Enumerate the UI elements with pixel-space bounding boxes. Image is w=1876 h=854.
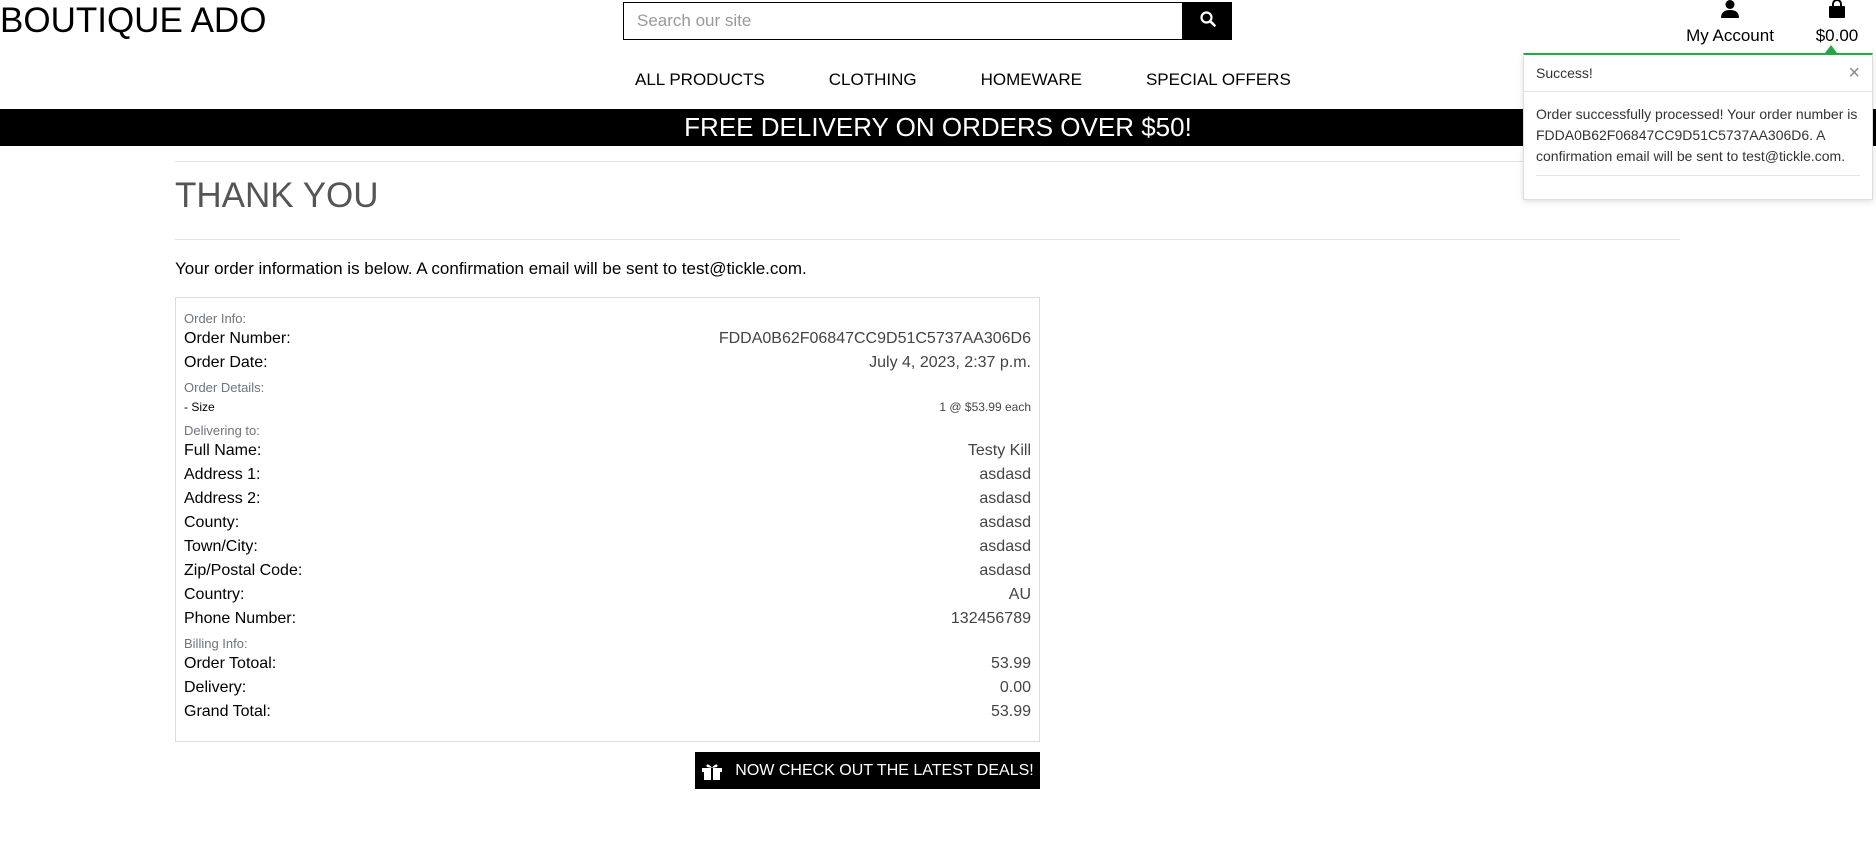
row-label: Phone Number: <box>184 610 297 627</box>
order-summary-card: Order Info: Order Number: FDDA0B62F06847… <box>175 297 1040 742</box>
delivery-row-address-2: Address 2: asdasd <box>184 487 1031 511</box>
delivery-row-postal-code: Zip/Postal Code: asdasd <box>184 559 1031 583</box>
row-label: Grand Total: <box>184 703 271 720</box>
delivery-row-address-1: Address 1: asdasd <box>184 463 1031 487</box>
row-value: asdasd <box>979 466 1031 483</box>
row-label: Address 1: <box>184 466 261 483</box>
row-label: County: <box>184 514 240 531</box>
row-value: asdasd <box>979 490 1031 507</box>
search-icon <box>1199 10 1216 32</box>
close-icon[interactable]: × <box>1848 62 1860 85</box>
success-toast: Success! × Order successfully processed!… <box>1523 53 1873 200</box>
row-label: Full Name: <box>184 442 262 459</box>
toast-header: Success! × <box>1524 55 1872 92</box>
search-button[interactable] <box>1183 2 1232 40</box>
row-label: Address 2: <box>184 490 261 507</box>
my-account-label: My Account <box>1686 26 1774 45</box>
order-item-row: - Size 1 @ $53.99 each <box>184 396 1031 418</box>
row-label: Country: <box>184 586 245 603</box>
delivery-row-county: County: asdasd <box>184 511 1031 535</box>
delivering-to-heading: Delivering to: <box>184 423 260 438</box>
row-value: AU <box>1008 586 1031 603</box>
order-details-heading: Order Details: <box>184 380 265 395</box>
order-number-row: Order Number: FDDA0B62F06847CC9D51C5737A… <box>184 327 1031 351</box>
my-account-link[interactable]: My Account <box>1680 0 1780 46</box>
latest-deals-button[interactable]: NOW CHECK OUT THE LATEST DEALS! <box>695 752 1040 789</box>
row-label: Zip/Postal Code: <box>184 562 303 579</box>
row-value: asdasd <box>979 538 1031 555</box>
item-size-label: - Size <box>184 400 215 414</box>
order-intro-text: Your order information is below. A confi… <box>175 259 807 278</box>
toast-message: Order successfully processed! Your order… <box>1536 106 1858 164</box>
billing-info-heading: Billing Info: <box>184 636 248 651</box>
billing-row-delivery: Delivery: 0.00 <box>184 676 1031 700</box>
item-quantity-price: 1 @ $53.99 each <box>939 400 1031 414</box>
order-info-heading: Order Info: <box>184 311 247 326</box>
row-value: 0.00 <box>999 679 1031 696</box>
row-value: 132456789 <box>950 610 1031 627</box>
delivery-row-town-city: Town/City: asdasd <box>184 535 1031 559</box>
nav-item-homeware[interactable]: HOMEWARE <box>981 70 1082 90</box>
row-value: asdasd <box>979 514 1031 531</box>
main-nav: ALL PRODUCTS CLOTHING HOMEWARE SPECIAL O… <box>635 70 1291 90</box>
row-label: Delivery: <box>184 679 247 696</box>
billing-row-grand-total: Grand Total: 53.99 <box>184 700 1031 724</box>
nav-item-special-offers[interactable]: SPECIAL OFFERS <box>1146 70 1291 90</box>
shopping-bag-link[interactable]: $0.00 <box>1810 0 1864 46</box>
shopping-bag-icon <box>1827 0 1847 22</box>
site-logo[interactable]: BOUTIQUE ADO <box>0 0 266 42</box>
user-icon <box>1719 0 1741 22</box>
row-value: asdasd <box>979 562 1031 579</box>
delivery-row-country: Country: AU <box>184 583 1031 607</box>
toast-title: Success! <box>1536 65 1593 81</box>
bag-total: $0.00 <box>1815 26 1859 45</box>
billing-row-order-total: Order Totoal: 53.99 <box>184 652 1031 676</box>
page-title: THANK YOU <box>175 176 379 215</box>
gift-icon <box>701 762 723 780</box>
nav-item-clothing[interactable]: CLOTHING <box>829 70 917 90</box>
toast-divider <box>1536 175 1860 176</box>
delivery-row-phone: Phone Number: 132456789 <box>184 607 1031 631</box>
delivery-row-full-name: Full Name: Testy Kill <box>184 439 1031 463</box>
row-label: Order Totoal: <box>184 655 277 672</box>
toast-arrow <box>1825 45 1837 53</box>
row-label: Order Date: <box>184 354 268 371</box>
row-value: 53.99 <box>990 655 1031 672</box>
order-date-row: Order Date: July 4, 2023, 2:37 p.m. <box>184 351 1031 375</box>
row-value: Testy Kill <box>967 442 1031 459</box>
search-input[interactable] <box>623 2 1183 40</box>
divider <box>175 239 1680 240</box>
row-value: 53.99 <box>990 703 1031 720</box>
search-form <box>623 2 1232 40</box>
order-number-value: FDDA0B62F06847CC9D51C5737AA306D6 <box>718 330 1031 347</box>
divider <box>175 161 1680 162</box>
latest-deals-label: NOW CHECK OUT THE LATEST DEALS! <box>735 761 1034 779</box>
nav-item-all-products[interactable]: ALL PRODUCTS <box>635 70 765 90</box>
order-date-value: July 4, 2023, 2:37 p.m. <box>869 354 1031 371</box>
row-label: Order Number: <box>184 330 291 347</box>
row-label: Town/City: <box>184 538 258 555</box>
